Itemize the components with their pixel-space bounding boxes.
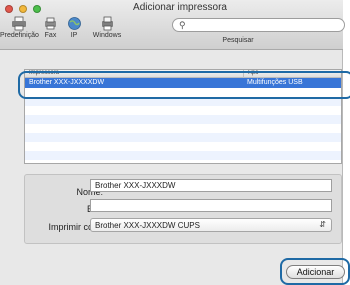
empty-list-row	[25, 97, 341, 106]
name-field[interactable]: Brother XXX-JXXXDW	[90, 179, 332, 192]
empty-list-row	[25, 151, 341, 160]
title-bar: Adicionar impressora Predefinição Fax IP	[0, 0, 345, 50]
printer-row-selected[interactable]: Brother XXX-JXXXXDW Multifunções USB	[25, 78, 341, 88]
add-button[interactable]: Adicionar	[286, 265, 345, 279]
toolbar-windows-button[interactable]: Windows	[86, 16, 128, 48]
location-field[interactable]	[90, 199, 332, 212]
printer-row-type: Multifunções USB	[247, 79, 303, 86]
window-title: Adicionar impressora	[133, 2, 227, 13]
print-using-select[interactable]: Brother XXX-JXXXDW CUPS ⇵	[90, 218, 332, 232]
column-header-printer[interactable]: Impressora	[29, 70, 59, 76]
printer-row-name: Brother XXX-JXXXXDW	[29, 79, 105, 86]
zoom-window-button[interactable]	[33, 5, 41, 13]
empty-list-row	[25, 106, 341, 115]
windows-printer-icon	[101, 16, 113, 31]
printer-list[interactable]: Impressora Tipo Brother XXX-JXXXXDW Mult…	[24, 69, 342, 164]
empty-list-row	[25, 124, 341, 133]
minimize-window-button[interactable]	[19, 5, 27, 13]
toolbar-windows-label: Windows	[92, 32, 122, 39]
magnifying-glass-icon: ⚲	[179, 20, 186, 30]
toolbar-fax-label: Fax	[44, 32, 57, 39]
printer-list-header: Impressora Tipo	[25, 70, 341, 78]
empty-list-row	[25, 133, 341, 142]
toolbar-default-label: Predefinição	[0, 32, 39, 39]
toolbar-fax-button[interactable]: Fax	[38, 16, 63, 48]
print-using-value: Brother XXX-JXXXDW CUPS	[95, 221, 200, 230]
header-divider	[243, 70, 244, 78]
printer-default-icon	[12, 16, 26, 31]
select-arrows-icon: ⇵	[319, 220, 326, 229]
fax-icon	[45, 17, 56, 30]
column-header-type[interactable]: Tipo	[247, 70, 258, 76]
toolbar-default-button[interactable]: Predefinição	[0, 16, 39, 48]
search-area: ⚲ Pesquisar	[172, 18, 345, 48]
globe-icon	[67, 17, 81, 30]
search-input[interactable]: ⚲	[172, 18, 345, 32]
search-label: Pesquisar	[222, 37, 254, 44]
add-printer-window: Adicionar impressora Predefinição Fax IP	[0, 0, 345, 285]
empty-list-row	[25, 115, 341, 124]
close-window-button[interactable]	[5, 5, 13, 13]
toolbar-ip-label: IP	[70, 32, 78, 39]
empty-list-row	[25, 142, 341, 151]
toolbar-ip-button[interactable]: IP	[62, 16, 86, 48]
empty-list-row	[25, 88, 341, 97]
